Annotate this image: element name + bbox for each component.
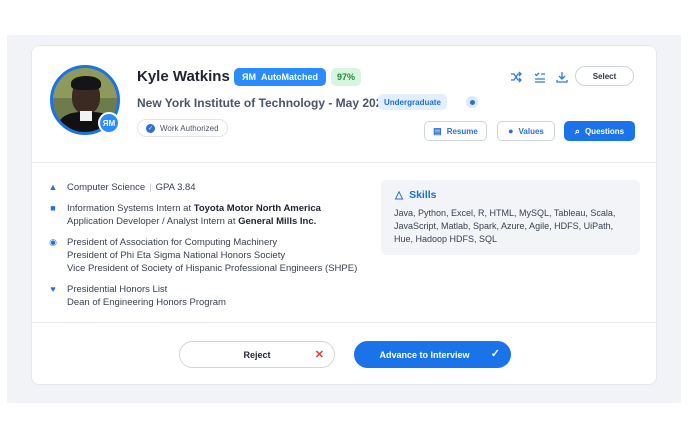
advance-to-interview-button[interactable]: Advance to Interview ✓ [354, 341, 511, 368]
rm-logo-icon: ЯM [242, 72, 256, 82]
rm-logo-badge: ЯM [98, 112, 120, 134]
major-text: Computer Science [67, 182, 146, 193]
values-button[interactable]: ● Values [497, 121, 555, 141]
skills-title: △ Skills [395, 189, 437, 201]
select-button[interactable]: Select [575, 66, 634, 86]
experience-1-prefix: Information Systems Intern at [67, 203, 194, 214]
check-circle-icon: ✓ [146, 123, 155, 133]
reject-label: Reject [243, 349, 271, 360]
level-badge: Undergraduate [378, 94, 447, 110]
organization-2: President of Phi Eta Sigma National Hono… [67, 250, 286, 261]
advance-label: Advance to Interview [379, 349, 470, 360]
download-icon[interactable] [554, 69, 570, 85]
candidate-name: Kyle Watkins [137, 68, 230, 85]
school-line: New York Institute of Technology - May 2… [137, 96, 390, 110]
experience-2-prefix: Application Developer / Analyst Intern a… [67, 216, 239, 227]
automatched-label: AutoMatched [260, 72, 318, 82]
info-dot-icon[interactable] [466, 96, 478, 108]
graduation-cap-icon: ▲ [48, 181, 58, 192]
match-score-badge: 97% [331, 68, 362, 86]
list-check-icon[interactable] [532, 69, 548, 85]
automatched-badge: ЯM AutoMatched [234, 68, 326, 86]
document-icon: ▤ [433, 125, 442, 136]
briefcase-icon: ■ [50, 202, 56, 213]
badge-icon: ◉ [49, 236, 57, 247]
close-icon: ✕ [314, 349, 324, 361]
honor-1: Presidential Honors List [67, 284, 168, 295]
skills-list: Java, Python, Excel, R, HTML, MySQL, Tab… [394, 208, 616, 244]
resume-button[interactable]: ▤ Resume [424, 121, 487, 141]
avatar-collar [80, 111, 92, 121]
avatar-hair [71, 76, 101, 90]
triangle-icon: △ [395, 189, 404, 201]
search-icon: ⌕ [574, 125, 580, 136]
skills-panel: △ Skills Java, Python, Excel, R, HTML, M… [381, 180, 640, 255]
questions-label: Questions [584, 126, 625, 136]
check-icon: ✓ [490, 348, 500, 360]
organization-1: President of Association for Computing M… [67, 237, 278, 248]
experience-2-company: General Mills Inc. [238, 216, 317, 227]
honor-2: Dean of Engineering Honors Program [67, 297, 226, 308]
gpa-text: GPA 3.84 [155, 182, 196, 193]
reject-button[interactable]: Reject ✕ [179, 341, 335, 368]
heart-icon: ♥ [50, 283, 56, 294]
skills-title-label: Skills [409, 189, 437, 201]
organization-3: Vice President of Society of Hispanic Pr… [67, 263, 358, 274]
work-authorized-label: Work Authorized [160, 123, 219, 133]
divider-top [32, 162, 656, 163]
resume-label: Resume [446, 126, 478, 136]
divider-bottom [32, 322, 656, 323]
work-authorized-badge: ✓ Work Authorized [137, 119, 228, 137]
user-icon: ● [508, 126, 514, 136]
questions-button[interactable]: ⌕ Questions [564, 121, 635, 141]
candidate-card: ЯM Kyle Watkins ЯM AutoMatched 97% New Y… [31, 45, 657, 385]
values-label: Values [518, 126, 544, 136]
shuffle-icon[interactable] [508, 69, 524, 85]
experience-1-company: Toyota Motor North America [193, 203, 321, 214]
